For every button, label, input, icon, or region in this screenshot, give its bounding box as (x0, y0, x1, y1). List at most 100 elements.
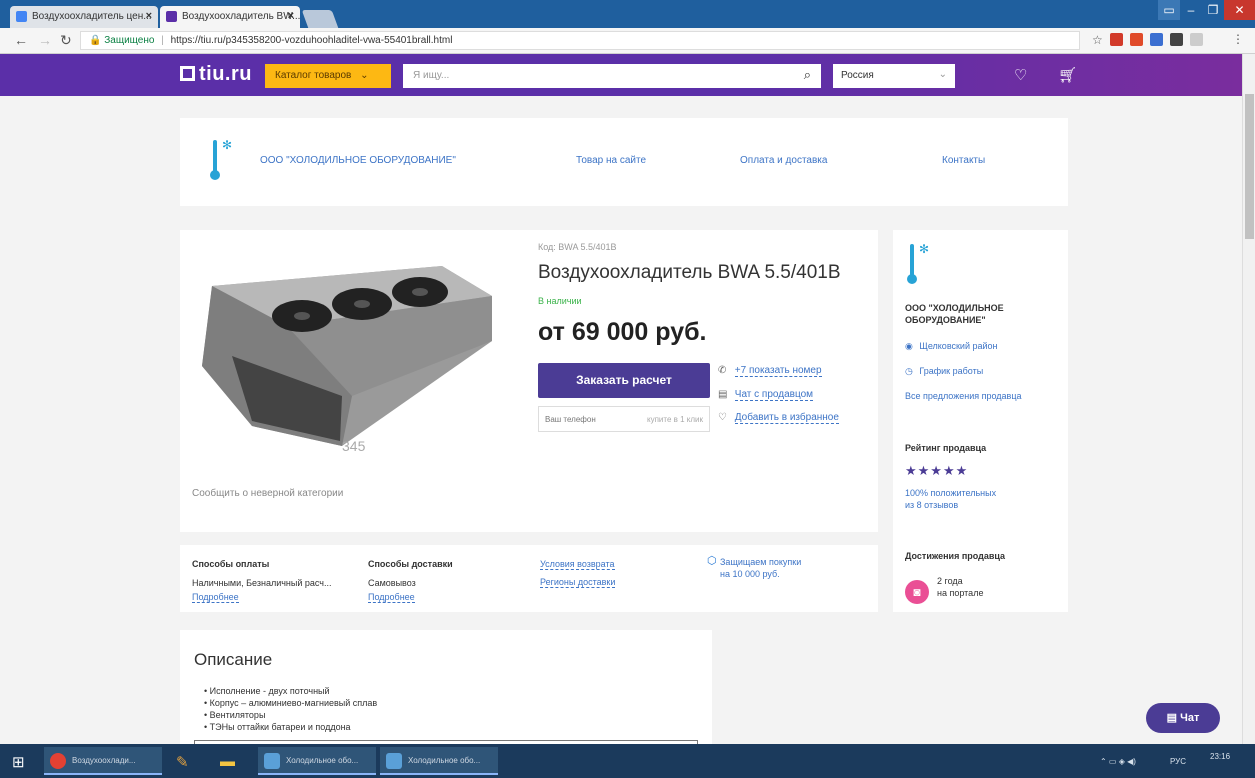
browser-tab-2[interactable]: Воздухоохладитель BW... × (160, 6, 300, 28)
phone-icon: ✆ (718, 365, 727, 376)
chat-seller-link[interactable]: Чат с продавцом (734, 389, 814, 401)
extension-icon[interactable] (1170, 33, 1183, 46)
phone-input[interactable]: Ваш телефон купите в 1 клик (538, 406, 710, 432)
region-select[interactable]: Россия ⌄ (833, 64, 955, 88)
report-category-link[interactable]: Сообщить о неверной категории (192, 488, 343, 499)
location-pin-icon: ◉ (905, 341, 913, 351)
scrollbar-thumb[interactable] (1245, 94, 1254, 239)
search-input[interactable]: Я ищу... ⌕ (403, 64, 821, 88)
achievement-text: 2 года на портале (937, 575, 983, 599)
seller-name[interactable]: ООО "ХОЛОДИЛЬНОЕ ОБОРУДОВАНИЕ" (905, 302, 1065, 326)
clock-time[interactable]: 23:16 (1210, 752, 1230, 761)
chat-button-label: Чат (1180, 712, 1200, 724)
positive-reviews-line2: из 8 отзывов (905, 500, 959, 510)
heart-icon: ♡ (718, 412, 727, 423)
cake-badge-icon: ◙ (905, 580, 929, 604)
folder-icon[interactable]: ▬ (220, 753, 235, 770)
rating-header: Рейтинг продавца (905, 443, 987, 453)
order-calculation-button[interactable]: Заказать расчет (538, 363, 710, 398)
achievements-header: Достижения продавца (905, 551, 1006, 561)
close-window-icon[interactable]: ✕ (1224, 0, 1255, 20)
taskbar-app-1[interactable]: Холодильное обо... (258, 747, 376, 775)
maximize-icon[interactable]: ❐ (1202, 0, 1224, 20)
windows-start-icon[interactable]: ⊞ (12, 753, 25, 771)
google-icon (16, 11, 27, 22)
tool-icon[interactable]: ✎ (176, 753, 189, 771)
product-image[interactable]: 345 (192, 246, 492, 466)
show-phone-link[interactable]: +7 показать номер (734, 365, 822, 377)
positive-reviews-link[interactable]: 100% положительных из 8 отзывов (905, 487, 996, 511)
protection-line1: Защищаем покупки (720, 557, 802, 567)
page-scrollbar[interactable] (1242, 54, 1255, 744)
browser-tab-2-label: Воздухоохладитель BW... (182, 11, 300, 22)
payment-delivery-section: Способы оплаты Наличными, Безналичный ра… (180, 545, 878, 612)
url-text: https://tiu.ru/p345358200-vozduhoohladit… (170, 35, 453, 46)
achievement-line2: на портале (937, 588, 984, 598)
url-field[interactable]: 🔒 Защищено | https://tiu.ru/p345358200-v… (80, 31, 1080, 50)
search-icon[interactable]: ⌕ (804, 67, 811, 83)
catalog-button[interactable]: Каталог товаров ⌄ (265, 64, 391, 88)
browser-menu-icon[interactable]: ⋮ (1232, 32, 1244, 46)
list-item: Корпус – алюминиево-магниевый сплав (204, 697, 378, 709)
seller-schedule[interactable]: График работы (919, 366, 983, 376)
new-tab-button[interactable] (301, 10, 339, 28)
bookmark-star-icon[interactable]: ☆ (1092, 33, 1103, 47)
taskbar-app-2[interactable]: Холодильное обо... (380, 747, 498, 775)
positive-reviews-line1: 100% положительных (905, 488, 997, 498)
add-favorite-link[interactable]: Добавить в избранное (734, 412, 839, 424)
close-tab-icon[interactable]: × (288, 10, 294, 22)
region-value: Россия (841, 70, 874, 81)
delivery-regions-link[interactable]: Регионы доставки (540, 577, 616, 588)
seller-location-row[interactable]: ◉ Щелковский район (905, 341, 998, 352)
seller-logo-icon[interactable]: ✻ (907, 242, 929, 284)
download-extension-icon[interactable] (1130, 33, 1143, 46)
reload-icon[interactable]: ↻ (60, 32, 72, 49)
cart-icon[interactable]: 🛒︎ (1058, 66, 1077, 84)
tray-icons[interactable]: ⌃ ▭ ◈ ◀) (1100, 757, 1136, 766)
nav-payment-delivery-link[interactable]: Оплата и доставка (740, 155, 827, 166)
forward-arrow-icon[interactable]: → (38, 32, 52, 48)
window-restore-icon[interactable]: ▭ (1158, 0, 1180, 20)
seller-location[interactable]: Щелковский район (919, 341, 997, 351)
shipping-more-link[interactable]: Подробнее (368, 592, 415, 603)
site-logo[interactable]: tiu.ru (180, 63, 252, 86)
chevron-down-icon: ⌄ (938, 69, 947, 80)
language-indicator[interactable]: РУС (1170, 757, 1186, 766)
return-terms-link[interactable]: Условия возврата (540, 559, 615, 570)
favorites-heart-icon[interactable]: ♡ (1014, 66, 1027, 84)
image-watermark: 345 (342, 438, 366, 454)
description-title: Описание (194, 650, 273, 669)
chrome-icon (50, 753, 66, 769)
all-offers-link[interactable]: Все предложения продавца (905, 391, 1022, 401)
buyer-protection[interactable]: ⬡ Защищаем покупки на 10 000 руб. (707, 555, 802, 580)
save-extension-icon[interactable] (1150, 33, 1163, 46)
achievement-line1: 2 года (937, 576, 963, 586)
description-section: Описание Исполнение - двух поточный Корп… (180, 630, 712, 754)
site-header: tiu.ru Каталог товаров ⌄ Я ищу... ⌕ Росс… (0, 54, 1242, 96)
nav-contacts-link[interactable]: Контакты (942, 155, 985, 166)
list-item: Вентиляторы (204, 709, 377, 721)
thermometer-logo-icon[interactable]: ✻ (210, 138, 232, 180)
shop-name-link[interactable]: ООО "ХОЛОДИЛЬНОЕ ОБОРУДОВАНИЕ" (260, 155, 456, 166)
close-tab-icon[interactable]: × (146, 10, 152, 22)
show-phone-row[interactable]: ✆ +7 показать номер (718, 365, 822, 377)
nav-products-link[interactable]: Товар на сайте (576, 155, 646, 166)
extension-icon[interactable] (1110, 33, 1123, 46)
back-arrow-icon[interactable]: ← (14, 32, 28, 48)
payment-more-link[interactable]: Подробнее (192, 592, 239, 603)
seller-schedule-row[interactable]: ◷ График работы (905, 366, 983, 377)
phone-placeholder: Ваш телефон (545, 415, 596, 424)
product-price: от 69 000 руб. (538, 318, 707, 346)
add-favorite-row[interactable]: ♡ Добавить в избранное (718, 412, 839, 424)
minimize-icon[interactable]: – (1180, 0, 1202, 20)
payment-methods-header: Способы оплаты (192, 559, 270, 569)
browser-tab-1[interactable]: Воздухоохладитель цен... × (10, 6, 158, 28)
tiu-favicon-icon (166, 11, 177, 22)
taskbar-item-label: Холодильное обо... (286, 756, 359, 765)
shield-extension-icon[interactable] (1190, 33, 1203, 46)
lock-icon: 🔒 (89, 35, 102, 46)
chat-icon: ▤ (1166, 712, 1178, 724)
chat-button[interactable]: ▤ Чат (1146, 703, 1220, 733)
taskbar-chrome[interactable]: Воздухоохлади... (44, 747, 162, 775)
chat-seller-row[interactable]: ▤ Чат с продавцом (718, 389, 814, 401)
